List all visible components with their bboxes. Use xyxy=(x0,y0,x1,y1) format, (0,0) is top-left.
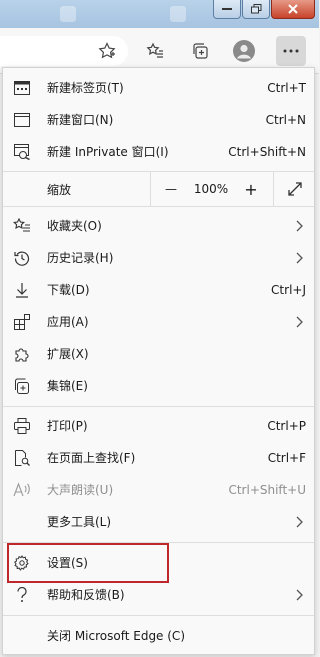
minimize-icon xyxy=(222,8,232,10)
menu-item-new-window[interactable]: 新建窗口(N) Ctrl+N xyxy=(3,104,314,136)
menu-item-print[interactable]: 打印(P) Ctrl+P xyxy=(3,410,314,442)
zoom-row: 缩放 — 100% + xyxy=(3,172,314,206)
fullscreen-button[interactable] xyxy=(277,172,313,206)
menu-item-label: 关闭 Microsoft Edge (C) xyxy=(47,629,185,643)
fullscreen-expand-icon xyxy=(288,182,302,196)
menu-item-more-tools[interactable]: 更多工具(L) xyxy=(3,506,314,538)
menu-item-label: 新建标签页(T) xyxy=(47,81,124,95)
zoom-level-value: 100% xyxy=(189,172,233,206)
chevron-right-icon xyxy=(296,252,303,264)
profile-avatar-icon[interactable] xyxy=(229,36,259,66)
apps-grid-icon xyxy=(13,313,31,331)
menu-item-shortcut: Ctrl+Shift+U xyxy=(228,483,306,497)
menu-divider xyxy=(3,615,314,616)
menu-item-extensions[interactable]: 扩展(X) xyxy=(3,338,314,370)
read-aloud-icon xyxy=(13,481,31,499)
new-tab-icon xyxy=(13,79,31,97)
menu-item-shortcut: Ctrl+P xyxy=(267,419,306,433)
menu-item-downloads[interactable]: 下载(D) Ctrl+J xyxy=(3,274,314,306)
menu-item-label: 下载(D) xyxy=(47,283,90,297)
menu-item-find-on-page[interactable]: 在页面上查找(F) Ctrl+F xyxy=(3,442,314,474)
menu-item-shortcut: Ctrl+J xyxy=(271,283,306,297)
zoom-out-icon: — xyxy=(165,182,177,196)
menu-item-label: 在页面上查找(F) xyxy=(47,451,136,465)
menu-item-label: 新建 InPrivate 窗口(I) xyxy=(47,145,169,159)
blurred-tab-icon xyxy=(60,6,76,22)
favorite-star-icon[interactable] xyxy=(92,36,122,66)
zoom-level-text: 100% xyxy=(193,182,229,196)
collections-icon[interactable] xyxy=(186,36,216,66)
menu-item-label: 新建窗口(N) xyxy=(47,113,114,127)
menu-item-label: 收藏夹(O) xyxy=(47,219,102,233)
favorites-list-icon[interactable] xyxy=(140,36,170,66)
new-window-icon xyxy=(13,111,31,129)
settings-and-more-menu: 新建标签页(T) Ctrl+T 新建窗口(N) Ctrl+N 新建 InPriv… xyxy=(2,67,315,655)
zoom-label: 缩放 xyxy=(47,183,72,197)
menu-divider xyxy=(3,406,314,407)
menu-item-close-edge[interactable]: 关闭 Microsoft Edge (C) xyxy=(3,620,314,652)
zoom-in-button[interactable]: + xyxy=(233,172,269,206)
chevron-right-icon xyxy=(296,516,303,528)
settings-highlight-box xyxy=(7,543,169,583)
download-icon xyxy=(13,281,31,299)
menu-item-label: 大声朗读(U) xyxy=(47,483,114,497)
menu-item-collections[interactable]: 集锦(E) xyxy=(3,370,314,402)
chevron-right-icon xyxy=(296,220,303,232)
menu-item-shortcut: Ctrl+T xyxy=(267,81,306,95)
printer-icon xyxy=(13,417,31,435)
menu-item-new-inprivate-window[interactable]: 新建 InPrivate 窗口(I) Ctrl+Shift+N xyxy=(3,136,314,168)
blurred-tab-icon xyxy=(170,6,186,22)
close-icon xyxy=(288,4,298,14)
inprivate-icon xyxy=(13,143,31,161)
favorites-star-list-icon xyxy=(13,217,31,235)
zoom-in-icon: + xyxy=(244,179,258,199)
menu-item-history[interactable]: 历史记录(H) xyxy=(3,242,314,274)
close-window-button[interactable] xyxy=(271,0,315,19)
menu-item-label: 应用(A) xyxy=(47,315,89,329)
menu-item-label: 帮助和反馈(B) xyxy=(47,588,125,602)
more-menu-icon[interactable] xyxy=(276,36,306,66)
question-mark-icon xyxy=(13,586,31,604)
zoom-divider xyxy=(273,172,274,206)
menu-item-read-aloud[interactable]: 大声朗读(U) Ctrl+Shift+U xyxy=(3,474,314,506)
menu-item-favorites[interactable]: 收藏夹(O) xyxy=(3,210,314,242)
menu-item-label: 更多工具(L) xyxy=(47,515,112,529)
menu-item-label: 集锦(E) xyxy=(47,379,88,393)
menu-item-help-and-feedback[interactable]: 帮助和反馈(B) xyxy=(3,579,314,611)
menu-item-label: 历史记录(H) xyxy=(47,251,114,265)
collections-icon xyxy=(13,377,31,395)
menu-item-shortcut: Ctrl+N xyxy=(265,113,306,127)
chevron-right-icon xyxy=(296,589,303,601)
menu-divider xyxy=(3,206,314,207)
menu-item-label: 扩展(X) xyxy=(47,347,89,361)
find-in-page-icon xyxy=(13,449,31,467)
menu-item-new-tab[interactable]: 新建标签页(T) Ctrl+T xyxy=(3,72,314,104)
menu-item-shortcut: Ctrl+F xyxy=(267,451,306,465)
restore-button[interactable] xyxy=(242,0,270,19)
window-title-bar xyxy=(0,0,319,28)
chevron-right-icon xyxy=(296,316,303,328)
zoom-out-button[interactable]: — xyxy=(153,172,189,206)
history-clock-icon xyxy=(13,249,31,267)
minimize-button[interactable] xyxy=(213,0,241,19)
menu-item-apps[interactable]: 应用(A) xyxy=(3,306,314,338)
restore-icon xyxy=(250,4,261,14)
extensions-puzzle-icon xyxy=(13,345,31,363)
menu-item-shortcut: Ctrl+Shift+N xyxy=(228,145,306,159)
zoom-divider xyxy=(150,172,151,206)
menu-item-label: 打印(P) xyxy=(47,419,88,433)
